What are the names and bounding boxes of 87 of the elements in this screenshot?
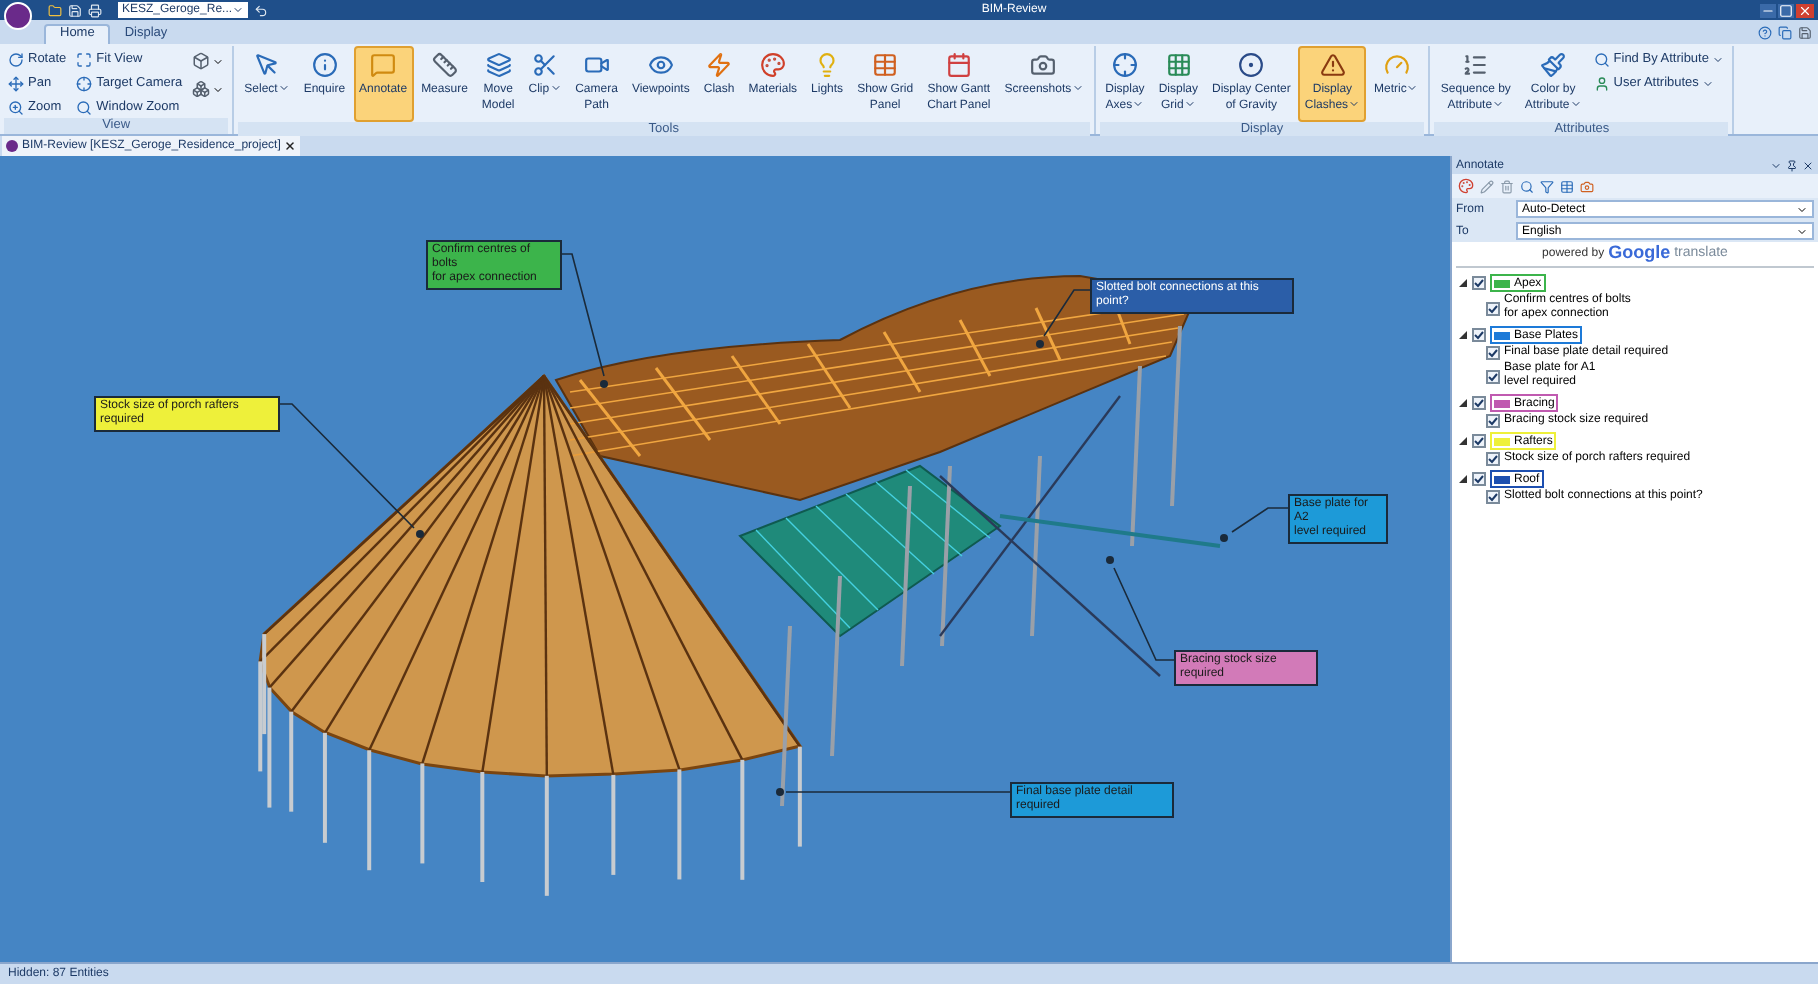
move-arrows-icon: [8, 75, 24, 91]
cube-icon: [192, 52, 211, 70]
lightning-icon: [706, 52, 733, 78]
google-logo: Google: [1608, 240, 1671, 267]
folder-icon[interactable]: [48, 3, 62, 17]
cubes-icon: [192, 80, 211, 98]
warning-icon: [1319, 52, 1346, 78]
rotate-icon: [8, 51, 24, 67]
save-icon[interactable]: [1798, 25, 1812, 39]
leader-arrow: [1106, 556, 1175, 661]
gauge-icon: [1383, 52, 1410, 78]
dropdown-icon[interactable]: [1770, 159, 1782, 171]
table-icon: [872, 52, 899, 78]
leader-arrow: [561, 253, 608, 388]
checkmark-icon: [1488, 303, 1498, 313]
close-icon[interactable]: [284, 140, 297, 152]
grid-icon: [1165, 52, 1192, 78]
close-icon[interactable]: [1796, 3, 1814, 17]
list-icon: [1462, 52, 1489, 78]
checkbox[interactable]: [1472, 434, 1486, 448]
caret-icon: [212, 55, 225, 67]
tree-toggle-icon[interactable]: [1458, 330, 1468, 340]
search-icon[interactable]: [1520, 179, 1534, 193]
speech-bubble-icon: [370, 52, 397, 78]
close-icon[interactable]: [1802, 159, 1814, 171]
app-logo-icon[interactable]: [4, 2, 32, 30]
checkbox[interactable]: [1472, 276, 1486, 290]
tree-toggle-icon[interactable]: [1458, 278, 1468, 288]
leader-arrow: [1036, 289, 1091, 348]
checkbox[interactable]: [1486, 490, 1500, 504]
leader-arrow: [1220, 507, 1289, 542]
checkmark-icon: [1474, 278, 1484, 288]
caret-icon: [277, 82, 290, 95]
ruler-icon: [431, 52, 458, 78]
caret-icon: [1492, 98, 1505, 111]
minimize-icon[interactable]: [1760, 3, 1776, 17]
help-icon[interactable]: [1758, 25, 1772, 39]
caret-icon: [1406, 82, 1419, 95]
checkmark-icon: [1488, 371, 1498, 381]
info-icon: [311, 52, 338, 78]
pin-icon[interactable]: [1786, 159, 1798, 171]
caret-icon: [212, 83, 225, 95]
caret-icon: [1348, 98, 1361, 111]
user-icon: [1593, 75, 1610, 91]
checkbox[interactable]: [1472, 396, 1486, 410]
camera-icon[interactable]: [1580, 179, 1594, 193]
checkbox[interactable]: [1486, 452, 1500, 466]
checkbox[interactable]: [1486, 414, 1500, 428]
fit-view-icon: [76, 51, 93, 67]
lightbulb-icon: [814, 52, 841, 78]
eye-icon: [647, 52, 674, 78]
paintbrush-icon: [1540, 52, 1567, 78]
checkbox[interactable]: [1472, 328, 1486, 342]
calendar-icon: [945, 52, 972, 78]
axes-icon: [1111, 52, 1138, 78]
magnifier-icon: [1593, 51, 1610, 67]
checkbox[interactable]: [1486, 369, 1500, 383]
table-icon[interactable]: [1560, 179, 1574, 193]
scissors-icon: [531, 52, 558, 78]
palette-icon[interactable]: [1458, 178, 1474, 194]
video-camera-icon: [583, 52, 610, 78]
caret-icon: [1071, 82, 1084, 95]
app-logo-icon: [6, 140, 18, 152]
zoom-in-icon: [8, 99, 24, 115]
layers-icon: [485, 52, 512, 78]
tree-toggle-icon[interactable]: [1458, 398, 1468, 408]
tree-toggle-icon[interactable]: [1458, 474, 1468, 484]
caret-icon: [549, 82, 562, 95]
checkbox[interactable]: [1486, 301, 1500, 315]
window-icon[interactable]: [1778, 25, 1792, 39]
camera-icon: [1030, 52, 1057, 78]
printer-icon[interactable]: [88, 3, 102, 17]
caret-icon: [1569, 98, 1582, 111]
caret-icon: [232, 4, 245, 16]
filter-icon[interactable]: [1540, 179, 1554, 193]
magnifier-icon: [76, 99, 93, 115]
crosshair-icon: [76, 75, 93, 91]
cursor-icon: [254, 52, 280, 78]
caret-icon: [1183, 98, 1196, 111]
maximize-icon[interactable]: [1778, 3, 1794, 17]
checkbox[interactable]: [1486, 346, 1500, 360]
caret-icon: [1132, 98, 1145, 111]
target-icon: [1238, 52, 1265, 78]
checkbox[interactable]: [1472, 472, 1486, 486]
tree-toggle-icon[interactable]: [1458, 436, 1468, 446]
palette-icon: [759, 52, 786, 78]
undo-icon[interactable]: [254, 3, 269, 17]
